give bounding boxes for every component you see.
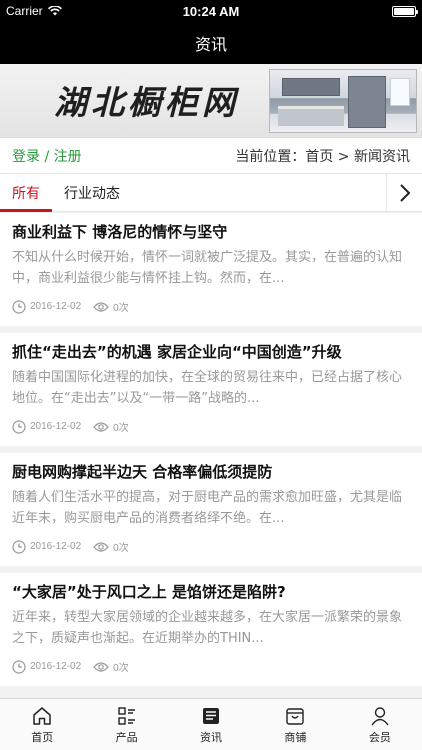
article-summary: 随着人们生活水平的提高，对于厨电产品的需求愈加旺盛，尤其是临近年末，购买厨电产品… bbox=[12, 490, 403, 526]
eye-icon bbox=[93, 541, 109, 552]
article-card[interactable]: 抓住“走出去”的机遇 家居企业向“中国创造”升级 随着中国国际化进程的加快，在全… bbox=[0, 333, 422, 446]
window-shape bbox=[390, 78, 410, 106]
date-group: 2016-12-02 bbox=[12, 659, 82, 674]
article-views: 0次 bbox=[113, 423, 129, 434]
tab-industry-news[interactable]: 行业动态 bbox=[52, 174, 132, 211]
page-title: 资讯 bbox=[194, 35, 227, 54]
article-date: 2016-12-02 bbox=[30, 301, 82, 312]
views-group: 0次 bbox=[93, 419, 129, 434]
battery-icon bbox=[391, 5, 418, 17]
article-views: 0次 bbox=[113, 543, 129, 554]
article-date: 2016-12-02 bbox=[30, 421, 82, 432]
eye-icon bbox=[93, 301, 109, 312]
category-tabs: 所有 行业动态 bbox=[0, 174, 422, 212]
grid-list-icon bbox=[117, 706, 135, 725]
article-card[interactable]: “大家居”处于风口之上 是馅饼还是陷阱? 近年来，转型大家居领域的企业越来越多，… bbox=[0, 573, 422, 686]
tall-cabinet-shape bbox=[348, 76, 386, 128]
status-right bbox=[296, 5, 418, 17]
eye-icon bbox=[93, 661, 109, 672]
banner-logo-text: 湖北橱柜网 bbox=[54, 83, 239, 122]
article-title: 抓住“走出去”的机遇 家居企业向“中国创造”升级 bbox=[12, 343, 342, 361]
bottom-tab-label: 会员 bbox=[368, 730, 391, 744]
article-card[interactable]: 商业利益下 博洛尼的情怀与坚守 不知从什么时候开始，情怀一词就被广泛提及。其实，… bbox=[0, 213, 422, 326]
user-icon bbox=[371, 706, 389, 725]
login-register-link[interactable]: 登录 / 注册 bbox=[12, 146, 82, 166]
clock-icon bbox=[12, 299, 26, 314]
status-bar: Carrier 10:24 AM bbox=[0, 0, 422, 22]
counter-shape bbox=[278, 106, 344, 126]
shop-icon bbox=[286, 707, 305, 725]
views-group: 0次 bbox=[93, 659, 129, 674]
breadcrumb-bar: 登录 / 注册 当前位置：首页 > 新闻资讯 bbox=[0, 138, 422, 174]
carrier-label: Carrier bbox=[6, 4, 43, 18]
bottom-tab-bar: 首页 产品 资讯 商铺 会员 bbox=[0, 698, 422, 750]
tabs-scroll-button[interactable] bbox=[386, 174, 422, 211]
date-group: 2016-12-02 bbox=[12, 299, 82, 314]
views-group: 0次 bbox=[93, 539, 129, 554]
article-title: 商业利益下 博洛尼的情怀与坚守 bbox=[12, 223, 228, 241]
clock-icon bbox=[12, 419, 26, 434]
eye-icon bbox=[93, 421, 109, 432]
tab-label: 行业动态 bbox=[64, 185, 120, 202]
tab-all[interactable]: 所有 bbox=[0, 174, 52, 212]
upper-cabinet-shape bbox=[282, 78, 340, 96]
bottom-tab-news[interactable]: 资讯 bbox=[169, 699, 253, 750]
wifi-icon bbox=[47, 6, 62, 16]
article-card[interactable]: 厨电网购撑起半边天 合格率偏低须提防 随着人们生活水平的提高，对于厨电产品的需求… bbox=[0, 453, 422, 566]
news-icon bbox=[203, 707, 220, 724]
bottom-tab-shops[interactable]: 商铺 bbox=[253, 699, 337, 750]
article-meta: 2016-12-02 0次 bbox=[12, 299, 410, 314]
clock-icon bbox=[12, 539, 26, 554]
bottom-tab-label: 商铺 bbox=[284, 730, 307, 744]
article-date: 2016-12-02 bbox=[30, 661, 82, 672]
article-list: 商业利益下 博洛尼的情怀与坚守 不知从什么时候开始，情怀一词就被广泛提及。其实，… bbox=[0, 213, 422, 693]
article-views: 0次 bbox=[113, 303, 129, 314]
clock-icon bbox=[12, 659, 26, 674]
app-screen: Carrier 10:24 AM 资讯 湖北橱柜网 登录 / 注册 当前位置：首… bbox=[0, 0, 422, 750]
article-meta: 2016-12-02 0次 bbox=[12, 419, 410, 434]
bottom-tab-label: 资讯 bbox=[200, 730, 223, 744]
article-meta: 2016-12-02 0次 bbox=[12, 659, 410, 674]
bottom-tab-label: 产品 bbox=[115, 730, 138, 744]
bottom-tab-home[interactable]: 首页 bbox=[0, 699, 84, 750]
article-title: “大家居”处于风口之上 是馅饼还是陷阱? bbox=[12, 583, 286, 601]
breadcrumb: 当前位置：首页 > 新闻资讯 bbox=[235, 148, 410, 165]
article-summary: 不知从什么时候开始，情怀一词就被广泛提及。其实，在普遍的认知中，商业利益很少能与… bbox=[12, 250, 403, 286]
article-views: 0次 bbox=[113, 663, 129, 674]
bottom-tab-label: 首页 bbox=[31, 730, 54, 744]
article-summary: 近年来，转型大家居领域的企业越来越多，在大家居一派繁荣的景象之下，质疑声也渐起。… bbox=[12, 610, 403, 646]
article-date: 2016-12-02 bbox=[30, 541, 82, 552]
article-summary: 随着中国国际化进程的加快，在全球的贸易往来中，已经占据了核心地位。在“走出去”以… bbox=[12, 370, 403, 406]
banner[interactable]: 湖北橱柜网 bbox=[0, 64, 422, 138]
bottom-tab-member[interactable]: 会员 bbox=[338, 699, 422, 750]
nav-bar: 资讯 bbox=[0, 22, 422, 64]
views-group: 0次 bbox=[93, 299, 129, 314]
status-left: Carrier bbox=[6, 4, 126, 18]
chevron-right-icon bbox=[399, 183, 410, 202]
kitchen-photo bbox=[269, 69, 417, 133]
article-title: 厨电网购撑起半边天 合格率偏低须提防 bbox=[12, 463, 273, 481]
article-meta: 2016-12-02 0次 bbox=[12, 539, 410, 554]
status-time: 10:24 AM bbox=[182, 3, 240, 19]
bottom-tab-products[interactable]: 产品 bbox=[84, 699, 168, 750]
date-group: 2016-12-02 bbox=[12, 539, 82, 554]
tab-label: 所有 bbox=[12, 185, 40, 202]
date-group: 2016-12-02 bbox=[12, 419, 82, 434]
home-icon bbox=[33, 706, 51, 725]
